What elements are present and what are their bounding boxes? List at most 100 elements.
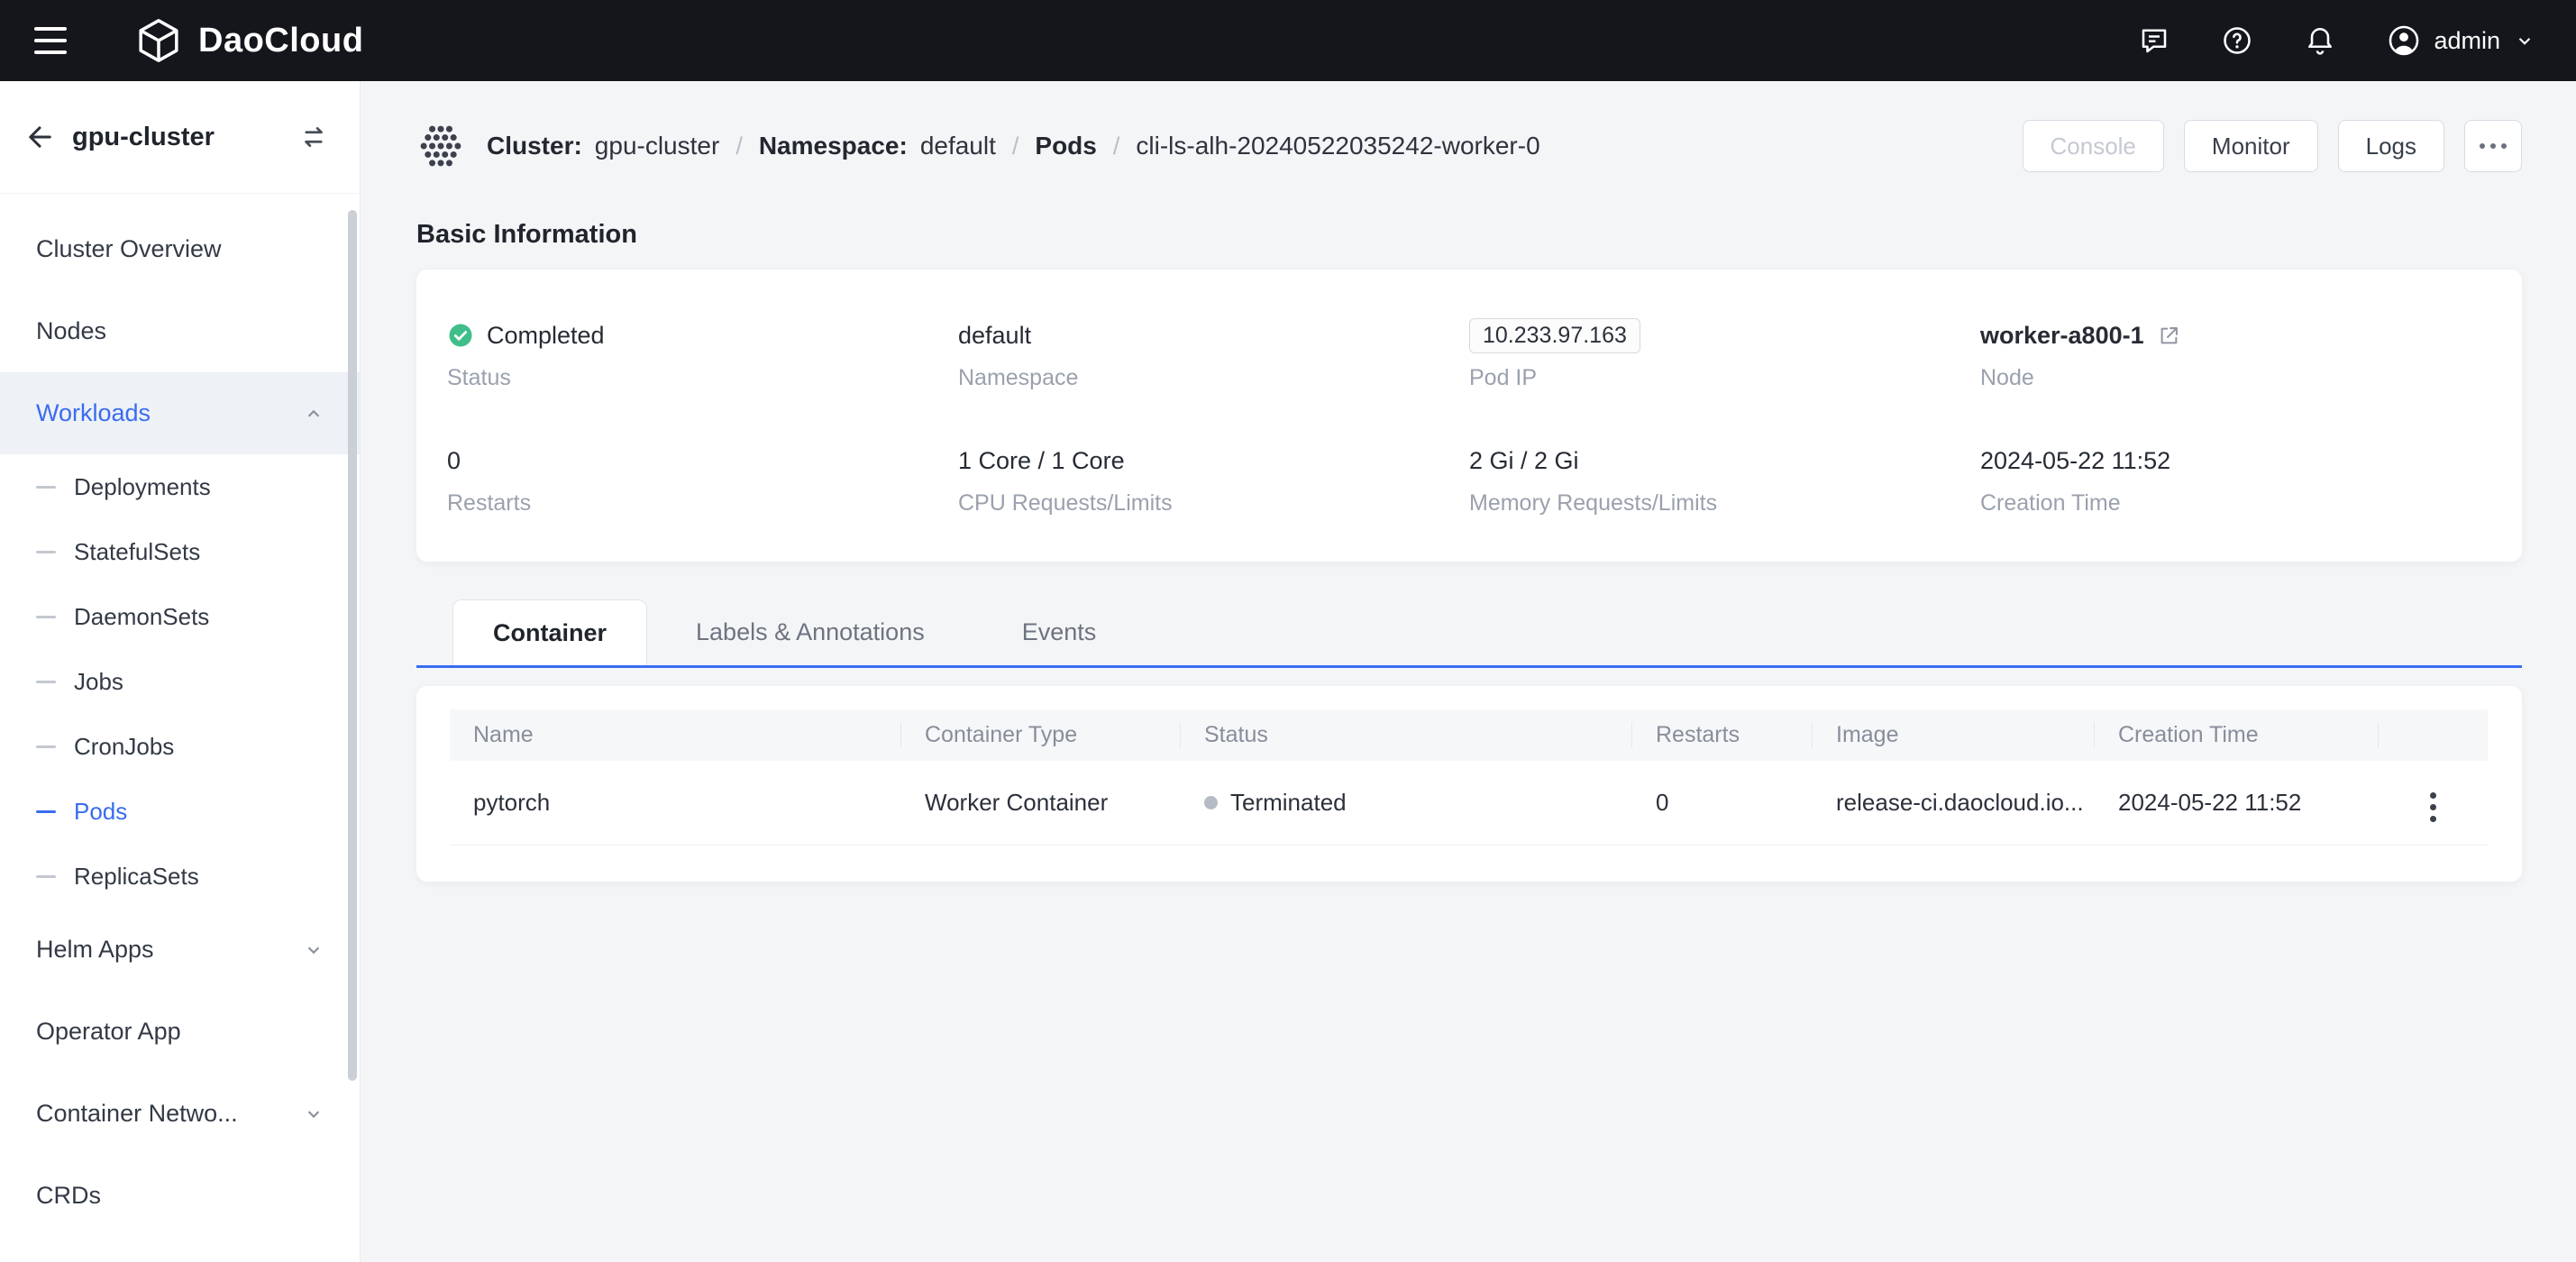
col-header-actions bbox=[2379, 709, 2488, 761]
chevron-down-icon bbox=[302, 938, 325, 962]
info-field-restarts: 0 Restarts bbox=[447, 442, 958, 517]
dash-icon bbox=[36, 681, 56, 683]
pod-ip-tag: 10.233.97.163 bbox=[1469, 318, 1640, 353]
breadcrumb-pods-link[interactable]: Pods bbox=[1035, 132, 1096, 160]
sidebar-item-jobs[interactable]: Jobs bbox=[0, 649, 360, 714]
info-field-pod-ip: 10.233.97.163 Pod IP bbox=[1469, 316, 1980, 391]
feedback-icon[interactable] bbox=[2138, 24, 2170, 57]
cell-actions bbox=[2379, 761, 2488, 845]
page-actions: Console Monitor Logs bbox=[2023, 120, 2523, 172]
logs-button[interactable]: Logs bbox=[2338, 120, 2444, 172]
sidebar-item-workloads[interactable]: Workloads bbox=[0, 372, 360, 454]
monitor-button[interactable]: Monitor bbox=[2184, 120, 2318, 172]
breadcrumb-pod-name: cli-ls-alh-20240522035242-worker-0 bbox=[1136, 132, 1539, 160]
more-actions-button[interactable] bbox=[2464, 120, 2522, 172]
dash-icon bbox=[36, 616, 56, 618]
sidebar-scrollbar[interactable] bbox=[348, 210, 357, 1081]
sidebar-header: gpu-cluster bbox=[0, 81, 360, 194]
basic-information-card: Completed Status default Namespace 10.23… bbox=[416, 270, 2522, 562]
tab-labels-annotations[interactable]: Labels & Annotations bbox=[647, 599, 973, 665]
breadcrumb-cluster-value[interactable]: gpu-cluster bbox=[595, 132, 720, 160]
ellipsis-horizontal-icon bbox=[2480, 143, 2485, 149]
topbar: DaoCloud bbox=[0, 0, 2576, 81]
col-header-status: Status bbox=[1181, 709, 1632, 761]
table-header-row: Name Container Type Status Restarts Imag… bbox=[450, 709, 2488, 761]
cell-name: pytorch bbox=[450, 761, 901, 845]
col-header-creation-time: Creation Time bbox=[2095, 709, 2379, 761]
sidebar-item-nodes[interactable]: Nodes bbox=[0, 290, 360, 372]
info-field-node: worker-a800-1 Node bbox=[1980, 316, 2491, 391]
external-link-icon[interactable] bbox=[2157, 324, 2181, 348]
sidebar-item-statefulsets[interactable]: StatefulSets bbox=[0, 519, 360, 584]
sidebar-item-crds[interactable]: CRDs bbox=[0, 1155, 360, 1237]
container-table: Name Container Type Status Restarts Imag… bbox=[450, 709, 2488, 846]
dash-icon bbox=[36, 875, 56, 878]
node-link[interactable]: worker-a800-1 bbox=[1980, 322, 2144, 350]
info-field-memory: 2 Gi / 2 Gi Memory Requests/Limits bbox=[1469, 442, 1980, 517]
status-dot-icon bbox=[1204, 796, 1218, 809]
sidebar: gpu-cluster Cluster Overview Nodes Workl… bbox=[0, 81, 361, 1262]
hamburger-icon bbox=[34, 27, 67, 31]
sidebar-item-pods[interactable]: Pods bbox=[0, 779, 360, 844]
col-header-container-type: Container Type bbox=[901, 709, 1181, 761]
status-label: Status bbox=[447, 365, 958, 391]
console-button: Console bbox=[2023, 120, 2164, 172]
breadcrumb-separator: / bbox=[1113, 133, 1120, 160]
breadcrumb-separator: / bbox=[1012, 133, 1019, 160]
basic-information-title: Basic Information bbox=[416, 220, 2522, 250]
sidebar-item-cronjobs[interactable]: CronJobs bbox=[0, 714, 360, 779]
tab-container[interactable]: Container bbox=[452, 599, 647, 665]
daocloud-logo-icon bbox=[133, 15, 184, 66]
sidebar-item-helm-apps[interactable]: Helm Apps bbox=[0, 909, 360, 991]
row-more-actions-icon[interactable] bbox=[2425, 787, 2442, 828]
chevron-up-icon bbox=[302, 402, 325, 425]
dash-icon bbox=[36, 810, 56, 813]
user-menu[interactable]: admin bbox=[2387, 23, 2536, 58]
info-field-status: Completed Status bbox=[447, 316, 958, 391]
brand[interactable]: DaoCloud bbox=[133, 15, 363, 66]
main-content: Cluster: gpu-cluster / Namespace: defaul… bbox=[361, 81, 2576, 1262]
sidebar-item-cluster-overview[interactable]: Cluster Overview bbox=[0, 208, 360, 290]
info-field-creation-time: 2024-05-22 11:52 Creation Time bbox=[1980, 442, 2491, 517]
dash-icon bbox=[36, 745, 56, 748]
switch-cluster-icon[interactable] bbox=[298, 122, 329, 152]
topbar-right: admin bbox=[2138, 23, 2536, 58]
cell-restarts: 0 bbox=[1632, 761, 1813, 845]
breadcrumb-namespace-label: Namespace: bbox=[759, 132, 908, 160]
col-header-restarts: Restarts bbox=[1632, 709, 1813, 761]
status-text: Terminated bbox=[1230, 789, 1347, 817]
status-value: Completed bbox=[487, 322, 605, 350]
sidebar-item-operator-app[interactable]: Operator App bbox=[0, 991, 360, 1073]
cell-status: Terminated bbox=[1181, 761, 1632, 845]
chevron-down-icon bbox=[302, 1102, 325, 1126]
breadcrumb: Cluster: gpu-cluster / Namespace: defaul… bbox=[416, 108, 2522, 184]
chevron-down-icon bbox=[2513, 29, 2536, 52]
menu-toggle-button[interactable] bbox=[27, 20, 74, 61]
cell-container-type: Worker Container bbox=[901, 761, 1181, 845]
dash-icon bbox=[36, 486, 56, 489]
sidebar-cluster-name: gpu-cluster bbox=[72, 123, 215, 152]
brand-name: DaoCloud bbox=[198, 22, 363, 60]
cell-creation-time: 2024-05-22 11:52 bbox=[2095, 761, 2379, 845]
back-arrow-icon[interactable] bbox=[23, 121, 56, 153]
info-field-cpu: 1 Core / 1 Core CPU Requests/Limits bbox=[958, 442, 1469, 517]
col-header-image: Image bbox=[1813, 709, 2095, 761]
breadcrumb-cluster-label: Cluster: bbox=[487, 132, 582, 160]
breadcrumb-separator: / bbox=[735, 133, 743, 160]
avatar-icon bbox=[2387, 23, 2421, 58]
user-name: admin bbox=[2434, 27, 2500, 55]
dash-icon bbox=[36, 551, 56, 553]
sidebar-item-daemonsets[interactable]: DaemonSets bbox=[0, 584, 360, 649]
sidebar-item-container-network[interactable]: Container Netwo... bbox=[0, 1073, 360, 1155]
detail-tabs: Container Labels & Annotations Events bbox=[416, 599, 2522, 668]
sidebar-item-deployments[interactable]: Deployments bbox=[0, 454, 360, 519]
sidebar-item-replicasets[interactable]: ReplicaSets bbox=[0, 844, 360, 909]
notifications-bell-icon[interactable] bbox=[2304, 24, 2336, 57]
success-check-icon bbox=[447, 322, 474, 349]
cell-image: release-ci.daocloud.io... bbox=[1813, 761, 2095, 845]
info-field-namespace: default Namespace bbox=[958, 316, 1469, 391]
help-icon[interactable] bbox=[2221, 24, 2253, 57]
tab-events[interactable]: Events bbox=[973, 599, 1146, 665]
breadcrumb-namespace-value: default bbox=[920, 132, 996, 160]
table-row: pytorch Worker Container Terminated 0 re… bbox=[450, 761, 2488, 845]
